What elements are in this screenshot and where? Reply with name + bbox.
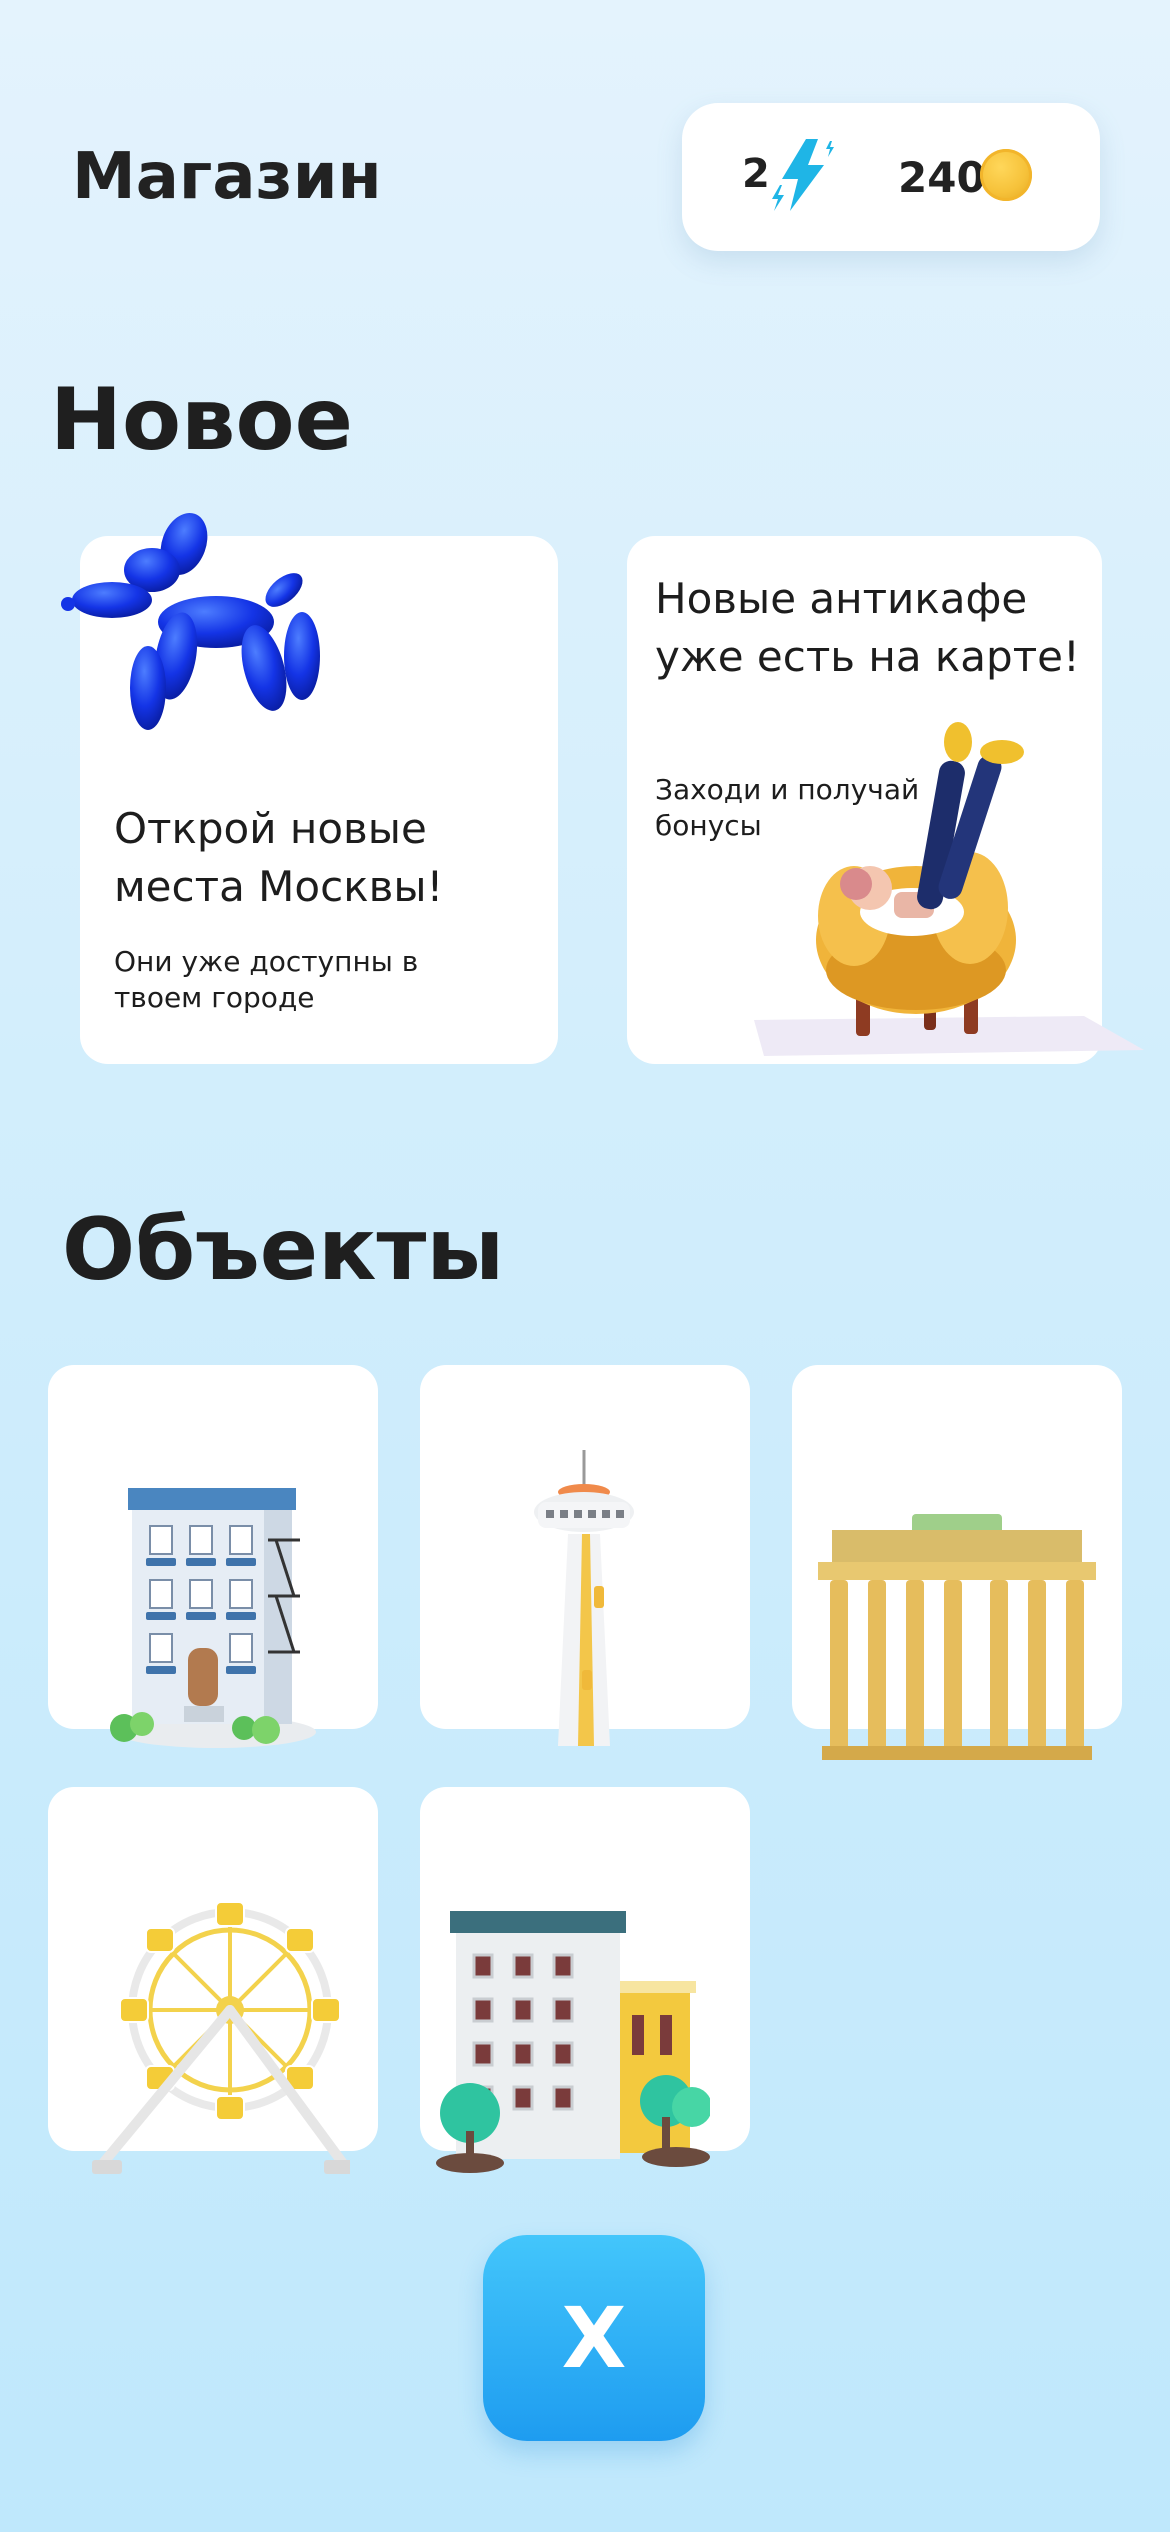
energy-count: 2 (742, 151, 770, 197)
apartment-building-icon (110, 1488, 316, 1748)
coin-count: 240 (898, 153, 986, 202)
close-button[interactable]: X (483, 2235, 705, 2441)
page-title: Магазин (72, 140, 382, 214)
tv-tower-icon (534, 1450, 634, 1746)
lightning-icon (772, 139, 834, 211)
news-card-title: Новые антикафе уже есть на карте! (655, 574, 1080, 681)
section-title-new: Новое (50, 370, 353, 470)
city-houses-icon (436, 1911, 710, 2173)
section-title-objects: Объекты (62, 1200, 505, 1300)
coin-icon (980, 149, 1032, 201)
balloon-dog-icon (61, 513, 320, 730)
brandenburg-gate-icon (818, 1514, 1096, 1760)
news-card-text: Они уже доступны в твоем городе (114, 945, 419, 1014)
ferris-wheel-icon (92, 1901, 350, 2174)
girl-in-armchair-illustration (754, 722, 1144, 1056)
news-card-title: Открой новые места Москвы! (114, 804, 444, 911)
balance-panel: 2 240 (682, 103, 1100, 251)
close-button-label: X (561, 2289, 627, 2387)
